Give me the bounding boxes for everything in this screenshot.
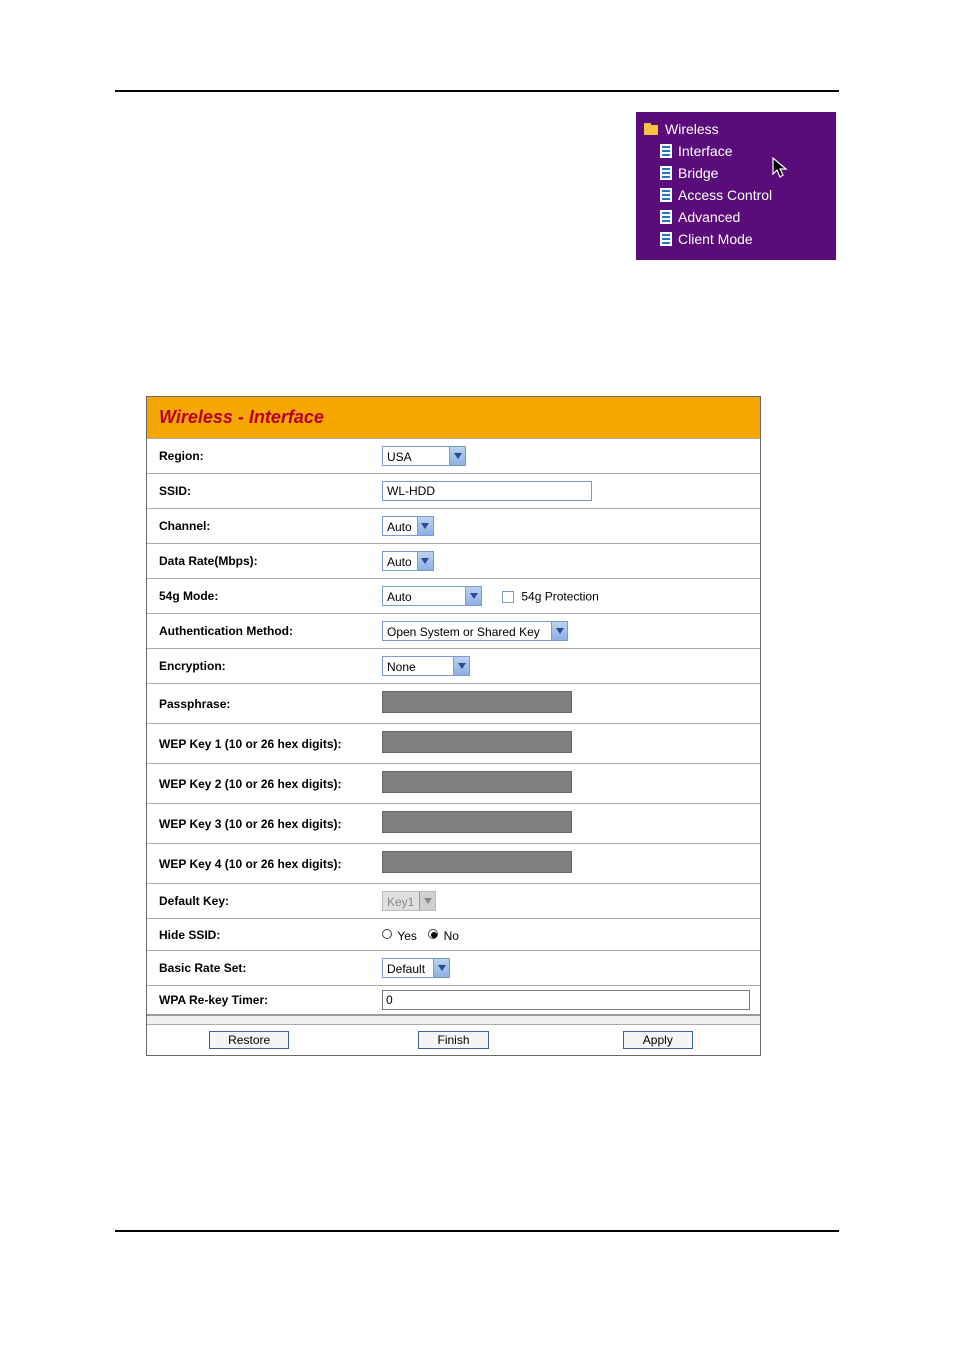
wep2-label: WEP Key 2 (10 or 26 hex digits): [147,764,370,804]
wep2-input[interactable] [382,771,572,793]
apply-button[interactable]: Apply [623,1031,693,1049]
hidessid-yes-label: Yes [397,929,417,943]
wireless-interface-panel: Wireless - Interface Region: USA SSID: C… [146,396,761,1056]
nav-root-wireless[interactable]: Wireless [642,118,828,140]
encryption-value: None [383,657,453,675]
nav-item-label: Bridge [678,165,718,181]
nav-item-label: Client Mode [678,231,753,247]
restore-button[interactable]: Restore [209,1031,289,1049]
wep4-input[interactable] [382,851,572,873]
chevron-down-icon [453,657,469,675]
auth-value: Open System or Shared Key [383,622,551,640]
wparekey-input[interactable] [382,990,750,1010]
page-icon [660,232,672,246]
channel-value: Auto [383,517,417,535]
nav-tree: Wireless Interface Bridge Access Control… [636,112,836,260]
basicrate-value: Default [383,959,433,977]
page-icon [660,144,672,158]
protection-checkbox[interactable] [502,591,514,603]
wep3-input[interactable] [382,811,572,833]
chevron-down-icon [465,587,481,605]
hidessid-yes-radio[interactable] [382,929,392,939]
button-separator [147,1014,760,1024]
channel-label: Channel: [147,509,370,544]
nav-item-client-mode[interactable]: Client Mode [658,228,828,250]
encryption-select[interactable]: None [382,656,470,676]
auth-select[interactable]: Open System or Shared Key [382,621,568,641]
hidessid-no-radio[interactable] [428,929,438,939]
nav-root-label: Wireless [665,121,719,137]
chevron-down-icon [433,959,449,977]
panel-title: Wireless - Interface [147,397,760,438]
page-icon [660,166,672,180]
wep1-label: WEP Key 1 (10 or 26 hex digits): [147,724,370,764]
chevron-down-icon [417,552,433,570]
region-label: Region: [147,439,370,474]
page-rule-bottom [115,1230,839,1232]
channel-select[interactable]: Auto [382,516,434,536]
page-icon [660,188,672,202]
nav-item-access-control[interactable]: Access Control [658,184,828,206]
chevron-down-icon [419,892,435,910]
datarate-select[interactable]: Auto [382,551,434,571]
nav-item-label: Advanced [678,209,740,225]
datarate-value: Auto [383,552,417,570]
wep4-label: WEP Key 4 (10 or 26 hex digits): [147,844,370,884]
auth-label: Authentication Method: [147,614,370,649]
nav-item-advanced[interactable]: Advanced [658,206,828,228]
nav-item-bridge[interactable]: Bridge [658,162,828,184]
page-icon [660,210,672,224]
mode54g-label: 54g Mode: [147,579,370,614]
nav-item-label: Interface [678,143,732,159]
wep1-input[interactable] [382,731,572,753]
defaultkey-select: Key1 [382,891,436,911]
folder-icon [644,123,659,135]
ssid-label: SSID: [147,474,370,509]
nav-item-label: Access Control [678,187,772,203]
mode54g-value: Auto [383,587,465,605]
page-rule-top [115,90,839,92]
nav-item-interface[interactable]: Interface [658,140,828,162]
chevron-down-icon [417,517,433,535]
ssid-input[interactable] [382,481,592,501]
chevron-down-icon [449,447,465,465]
wparekey-label: WPA Re-key Timer: [147,986,370,1015]
protection-label: 54g Protection [521,590,598,604]
region-select[interactable]: USA [382,446,466,466]
hidessid-no-label: No [444,929,459,943]
defaultkey-value: Key1 [383,892,419,910]
finish-button[interactable]: Finish [418,1031,488,1049]
mode54g-select[interactable]: Auto [382,586,482,606]
passphrase-input[interactable] [382,691,572,713]
chevron-down-icon [551,622,567,640]
basicrate-select[interactable]: Default [382,958,450,978]
datarate-label: Data Rate(Mbps): [147,544,370,579]
wep3-label: WEP Key 3 (10 or 26 hex digits): [147,804,370,844]
region-value: USA [383,447,449,465]
defaultkey-label: Default Key: [147,884,370,919]
encryption-label: Encryption: [147,649,370,684]
passphrase-label: Passphrase: [147,684,370,724]
hidessid-label: Hide SSID: [147,919,370,951]
basicrate-label: Basic Rate Set: [147,951,370,986]
